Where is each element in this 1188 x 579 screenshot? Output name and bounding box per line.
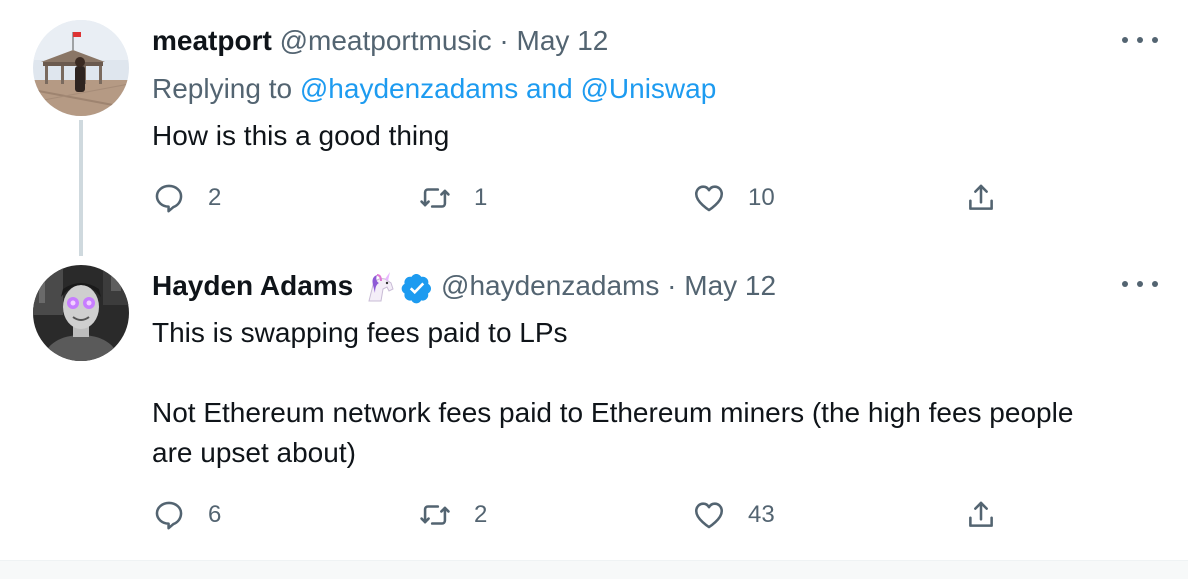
- replying-and[interactable]: and: [526, 73, 573, 104]
- retweet-button[interactable]: 1: [418, 178, 487, 218]
- reply-button[interactable]: 2: [152, 178, 221, 218]
- tweet-actions: 6 2 43: [152, 495, 1012, 535]
- reply-icon: [155, 501, 183, 530]
- retweet-count: 1: [474, 184, 488, 211]
- share-button[interactable]: [964, 495, 998, 535]
- mention-haydenzadams[interactable]: @haydenzadams: [300, 73, 518, 104]
- tweet-text: This is swapping fees paid to LPs Not Et…: [152, 317, 1074, 468]
- tweet-date[interactable]: May 12: [684, 270, 776, 301]
- avatar[interactable]: [33, 265, 129, 361]
- reply-button[interactable]: 6: [152, 495, 221, 535]
- reply-count: 2: [208, 184, 222, 211]
- display-name[interactable]: meatport: [152, 25, 272, 56]
- like-button[interactable]: 43: [692, 495, 775, 535]
- like-count: 43: [748, 501, 775, 528]
- thread-line: [79, 120, 83, 256]
- retweet-icon: [420, 505, 450, 525]
- retweet-button[interactable]: 2: [418, 495, 487, 535]
- retweet-icon: [420, 188, 450, 208]
- retweet-count: 2: [474, 501, 488, 528]
- tweet-meatport[interactable]: meatport @meatportmusic · May 12 Replyin…: [0, 0, 1188, 256]
- tweet-date[interactable]: May 12: [517, 25, 609, 56]
- like-button[interactable]: 10: [692, 178, 775, 218]
- share-icon: [969, 501, 993, 527]
- replying-to: Replying to @haydenzadams and @Uniswap: [152, 72, 716, 106]
- like-count: 10: [748, 184, 775, 211]
- handle[interactable]: @haydenzadams: [441, 270, 659, 301]
- tweet-header: Hayden Adams @haydenzadams · May 12: [152, 269, 776, 305]
- verified-badge-icon: [401, 273, 432, 303]
- avatar[interactable]: [33, 20, 129, 116]
- reply-count: 6: [208, 501, 222, 528]
- unicorn-emoji-icon: [368, 271, 394, 302]
- tweet-text: How is this a good thing: [152, 120, 450, 151]
- bottom-divider: [0, 560, 1188, 579]
- more-options-icon[interactable]: [1122, 30, 1158, 50]
- tweet-actions: 2 1 10: [152, 178, 1012, 218]
- handle[interactable]: @meatportmusic: [280, 25, 492, 56]
- tweet-hayden-adams[interactable]: Hayden Adams @haydenzadams · May 12 This…: [0, 250, 1188, 560]
- reply-icon: [155, 184, 183, 213]
- display-name[interactable]: Hayden Adams: [152, 270, 353, 301]
- heart-icon: [694, 502, 724, 529]
- share-button[interactable]: [964, 178, 998, 218]
- replying-prefix: Replying to: [152, 73, 293, 104]
- mention-uniswap[interactable]: @Uniswap: [580, 73, 716, 104]
- heart-icon: [694, 185, 724, 212]
- separator: ·: [667, 270, 677, 301]
- separator: ·: [499, 25, 509, 56]
- tweet-header: meatport @meatportmusic · May 12: [152, 24, 608, 58]
- more-options-icon[interactable]: [1122, 274, 1158, 294]
- share-icon: [969, 184, 993, 210]
